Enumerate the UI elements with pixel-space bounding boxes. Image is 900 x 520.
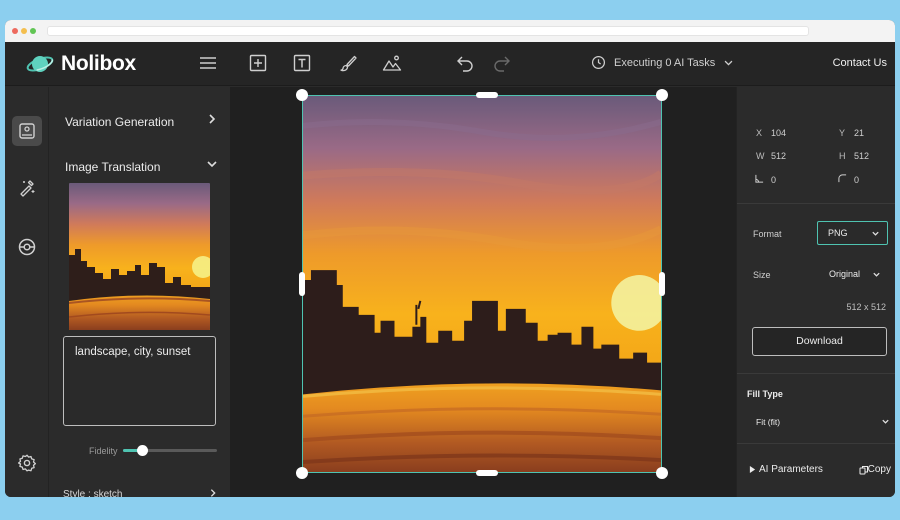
clock-icon — [591, 55, 606, 70]
resize-handle-top-right[interactable] — [656, 89, 668, 101]
minimize-window-dot[interactable] — [21, 28, 27, 34]
settings-button[interactable] — [12, 448, 42, 478]
brush-icon[interactable] — [338, 53, 358, 73]
resize-handle-bottom[interactable] — [476, 470, 498, 476]
hamburger-icon[interactable] — [198, 53, 218, 73]
resize-handle-bottom-right[interactable] — [656, 467, 668, 479]
w-value-field[interactable]: 512 — [771, 151, 786, 161]
x-value-field[interactable]: 104 — [771, 128, 786, 138]
triangle-right-icon[interactable] — [749, 466, 756, 473]
image-panel-icon — [19, 123, 35, 139]
canvas-area[interactable] — [230, 87, 736, 497]
divider — [737, 443, 895, 444]
close-window-dot[interactable] — [12, 28, 18, 34]
h-label: H — [839, 151, 846, 161]
image-icon[interactable] — [382, 53, 402, 73]
chevron-down-icon[interactable] — [206, 158, 218, 170]
ai-tools-panel: Variation Generation Image Translation l… — [50, 87, 230, 497]
format-label: Format — [753, 229, 782, 239]
y-label: Y — [839, 128, 846, 138]
address-bar[interactable] — [47, 26, 809, 36]
tasks-label: Executing 0 AI Tasks — [614, 56, 716, 69]
ai-parameters-toggle[interactable]: AI Parameters — [759, 464, 823, 475]
x-label: X — [756, 128, 763, 138]
divider — [737, 373, 895, 374]
brand-name: Nolibox — [61, 52, 136, 75]
add-square-icon[interactable] — [248, 53, 268, 73]
source-image-thumbnail[interactable] — [69, 183, 210, 330]
magic-wand-icon — [20, 180, 35, 197]
chevron-down-icon[interactable] — [881, 417, 890, 426]
resize-handle-top-left[interactable] — [296, 89, 308, 101]
variation-generation-header[interactable]: Variation Generation — [65, 115, 174, 129]
logo-planet-icon — [26, 56, 54, 72]
top-toolbar: Nolibox Executing 0 AI Tasks Contact Us — [5, 42, 895, 86]
chevron-down-icon — [724, 60, 733, 66]
browser-chrome — [5, 20, 895, 42]
format-select[interactable]: PNG — [817, 221, 888, 245]
fidelity-slider[interactable] — [123, 445, 217, 456]
sphere-button[interactable] — [12, 232, 42, 262]
resize-handle-left[interactable] — [299, 272, 305, 296]
contact-us-link[interactable]: Contact Us — [833, 57, 887, 69]
ai-tasks-status[interactable]: Executing 0 AI Tasks — [591, 55, 734, 70]
magic-wand-button[interactable] — [12, 173, 42, 203]
resize-handle-top[interactable] — [476, 92, 498, 98]
canvas-image[interactable] — [302, 95, 662, 473]
download-button[interactable]: Download — [752, 327, 887, 356]
sphere-icon — [18, 238, 36, 256]
app-window: Nolibox Executing 0 AI Tasks Contact Us — [5, 20, 895, 497]
resize-handle-right[interactable] — [659, 272, 665, 296]
fidelity-label: Fidelity — [89, 446, 118, 456]
divider — [737, 203, 895, 204]
settings-icon — [17, 454, 37, 472]
size-label: Size — [753, 270, 771, 280]
properties-panel: X 104 Y 21 W 512 H 512 0 0 Format PNG Si… — [736, 87, 895, 497]
redo-icon[interactable] — [492, 53, 512, 73]
image-dimensions: 512 x 512 — [846, 302, 886, 312]
chevron-down-icon[interactable] — [872, 270, 881, 279]
w-label: W — [756, 151, 765, 161]
fill-type-select[interactable]: Fit (fit) — [756, 417, 780, 427]
image-translation-header[interactable]: Image Translation — [65, 160, 160, 174]
resize-handle-bottom-left[interactable] — [296, 467, 308, 479]
y-value-field[interactable]: 21 — [854, 128, 864, 138]
style-selector[interactable]: Style : sketch — [63, 489, 122, 497]
skew-value-field[interactable]: 0 — [771, 175, 776, 185]
text-tool-icon[interactable] — [292, 53, 312, 73]
size-select[interactable]: Original — [829, 269, 860, 279]
prompt-textarea[interactable]: landscape, city, sunset — [63, 336, 216, 426]
fill-type-label: Fill Type — [747, 389, 783, 399]
format-value: PNG — [828, 228, 848, 238]
copy-button[interactable]: Copy — [868, 464, 891, 475]
undo-icon[interactable] — [455, 53, 475, 73]
maximize-window-dot[interactable] — [30, 28, 36, 34]
chevron-down-icon — [872, 231, 879, 236]
skew-angle-icon — [755, 174, 764, 183]
h-value-field[interactable]: 512 — [854, 151, 869, 161]
corner-radius-icon — [838, 174, 847, 183]
fidelity-slider-knob[interactable] — [136, 445, 148, 456]
left-rail — [5, 87, 49, 497]
image-panel-button[interactable] — [12, 116, 42, 146]
radius-value-field[interactable]: 0 — [854, 175, 859, 185]
chevron-right-icon[interactable] — [208, 488, 218, 497]
chevron-right-icon[interactable] — [206, 113, 218, 125]
